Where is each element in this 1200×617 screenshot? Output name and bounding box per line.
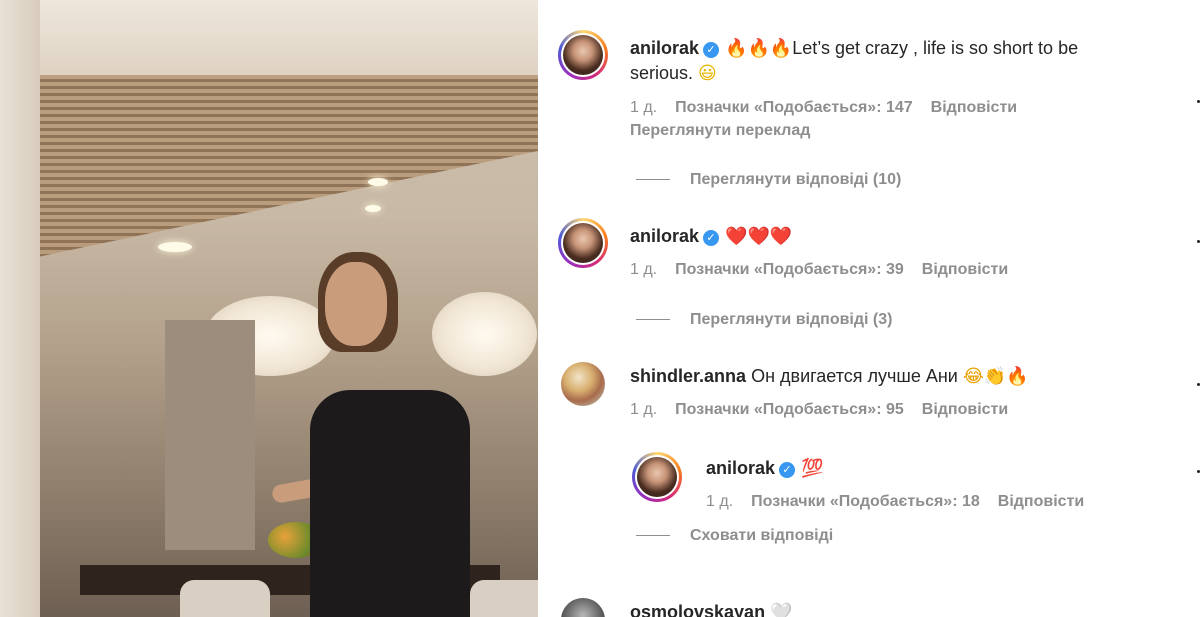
reply-text: anilorak ✓ 💯 [706, 456, 823, 481]
reply-meta: 1 д. Позначки «Подобається»: 18 Відповісти [706, 492, 1084, 512]
avatar[interactable] [561, 362, 605, 406]
likes-count[interactable]: Позначки «Подобається»: 39 [675, 260, 904, 280]
timestamp[interactable]: 1 д. [630, 400, 657, 420]
reply-button[interactable]: Відповісти [922, 400, 1008, 420]
comment-meta: 1 д. Позначки «Подобається»: 39 Відповісти [630, 260, 1008, 280]
white-heart-emoji: 🤍 [770, 602, 793, 617]
comment-body: Он двигается лучше Ани [751, 366, 963, 386]
wood-ceiling [0, 75, 538, 265]
reply-button[interactable]: Відповісти [998, 492, 1084, 512]
timestamp[interactable]: 1 д. [706, 492, 733, 512]
divider [636, 179, 670, 181]
username-link[interactable]: anilorak [706, 458, 775, 478]
comment-meta: 1 д. Позначки «Подобається»: 95 Відповісти [630, 400, 1008, 420]
ceiling-light [368, 178, 388, 186]
ceiling-light [365, 205, 381, 212]
chair [470, 580, 538, 617]
smile-emoji: 😃 [698, 63, 717, 84]
username-link[interactable]: osmolovskayan [630, 602, 765, 617]
comment-text: shindler.anna Он двигается лучше Ани 😂👏🔥 [630, 364, 1029, 389]
likes-count[interactable]: Позначки «Подобається»: 18 [751, 492, 980, 512]
verified-badge-icon: ✓ [779, 462, 796, 478]
person-dress [310, 390, 470, 617]
comment-body: serious. [630, 63, 699, 83]
divider [636, 319, 670, 321]
avatar[interactable] [558, 30, 608, 80]
timestamp[interactable]: 1 д. [630, 98, 657, 118]
likes-count[interactable]: Позначки «Подобається»: 147 [675, 98, 913, 118]
doorway [165, 320, 255, 550]
username-link[interactable]: shindler.anna [630, 366, 746, 386]
laugh-clap-fire-emoji: 😂👏🔥 [962, 366, 1029, 387]
avatar[interactable] [632, 452, 682, 502]
avatar[interactable] [558, 218, 608, 268]
comment-body: Let’s get crazy , life is so short to be [792, 38, 1079, 58]
comment-text: osmolovskayan 🤍 [630, 600, 793, 617]
comments-panel: anilorak ✓ 🔥🔥🔥Let’s get crazy , life is so… [538, 0, 1200, 617]
reply-button[interactable]: Відповісти [931, 98, 1017, 118]
fire-emoji: 🔥🔥🔥 [725, 38, 793, 59]
wall [0, 0, 40, 617]
comment-text-continued: serious. 😃 [630, 61, 717, 86]
ceiling [0, 0, 538, 80]
verified-badge-icon: ✓ [703, 42, 720, 58]
comment-text: anilorak ✓ ❤️❤️❤️ [630, 224, 792, 249]
view-replies-button[interactable]: Переглянути відповіді (3) [636, 310, 892, 330]
see-translation-button[interactable]: Переглянути переклад [630, 121, 810, 141]
reply-button[interactable]: Відповісти [922, 260, 1008, 280]
view-replies-button[interactable]: Переглянути відповіді (10) [636, 170, 901, 190]
likes-count[interactable]: Позначки «Подобається»: 95 [675, 400, 904, 420]
comment-meta: 1 д. Позначки «Подобається»: 147 Відповіст… [630, 98, 1017, 118]
divider [636, 535, 670, 537]
heart-emoji: ❤️❤️❤️ [725, 226, 793, 247]
person-face [325, 262, 387, 346]
chair [180, 580, 270, 617]
hide-replies-button[interactable]: Сховати відповіді [636, 526, 833, 546]
avatar[interactable] [561, 598, 605, 617]
comment-text: anilorak ✓ 🔥🔥🔥Let’s get crazy , life is so… [630, 36, 1078, 61]
ceiling-light [158, 242, 192, 252]
verified-badge-icon: ✓ [703, 230, 720, 246]
hundred-emoji: 💯 [801, 458, 824, 479]
timestamp[interactable]: 1 д. [630, 260, 657, 280]
video-player[interactable] [0, 0, 538, 617]
pendant-lamp [432, 292, 537, 376]
username-link[interactable]: anilorak [630, 38, 699, 58]
username-link[interactable]: anilorak [630, 226, 699, 246]
